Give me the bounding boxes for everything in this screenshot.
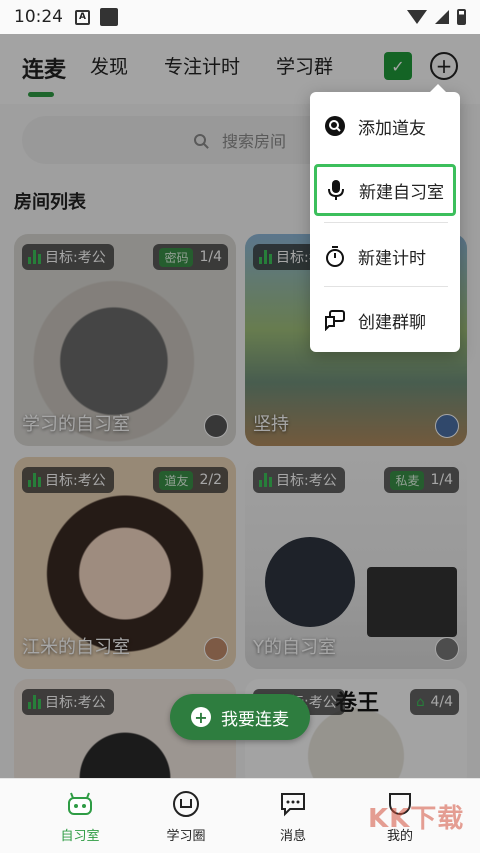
search-icon — [324, 115, 346, 137]
menu-item-new-study-room[interactable]: 新建自习室 — [314, 164, 456, 216]
battery-icon — [457, 9, 466, 25]
status-bar: 10:24 A — [0, 0, 480, 34]
menu-item-add-friend[interactable]: 添加道友 — [310, 100, 460, 152]
bottom-nav-study-circle[interactable]: 学习圈 — [146, 789, 226, 844]
bottom-nav-label: 自习室 — [60, 829, 100, 844]
bottom-nav-messages[interactable]: 消息 — [253, 789, 333, 844]
connect-mic-button[interactable]: + 我要连麦 — [170, 694, 310, 740]
bottom-nav-study-room[interactable]: 自习室 — [40, 789, 120, 844]
bottom-nav-label: 学习圈 — [166, 829, 206, 844]
menu-item-new-timer[interactable]: 新建计时 — [310, 230, 460, 282]
menu-divider — [324, 222, 448, 223]
chat-icon — [324, 309, 346, 331]
notification-a-icon: A — [75, 9, 90, 25]
microphone-icon — [325, 179, 347, 201]
plus-icon: + — [191, 707, 211, 727]
message-icon — [278, 789, 308, 819]
menu-item-label: 新建计时 — [358, 248, 426, 269]
wifi-icon — [407, 10, 427, 24]
cellular-icon — [435, 10, 449, 24]
bottom-nav-label: 消息 — [279, 829, 306, 844]
menu-item-label: 新建自习室 — [359, 182, 444, 203]
menu-item-create-group-chat[interactable]: 创建群聊 — [310, 294, 460, 346]
notification-square-icon — [100, 8, 118, 26]
study-room-icon — [65, 789, 95, 819]
menu-item-label: 添加道友 — [358, 118, 426, 139]
menu-item-label: 创建群聊 — [358, 312, 426, 333]
stopwatch-icon — [324, 245, 346, 267]
connect-mic-label: 我要连麦 — [221, 709, 289, 730]
menu-divider — [324, 286, 448, 287]
status-time: 10:24 — [14, 7, 63, 27]
circle-icon — [171, 789, 201, 819]
watermark-logo: KK下载 — [368, 804, 465, 834]
add-dropdown-menu: 添加道友 新建自习室 新建计时 创建群聊 — [310, 84, 460, 352]
